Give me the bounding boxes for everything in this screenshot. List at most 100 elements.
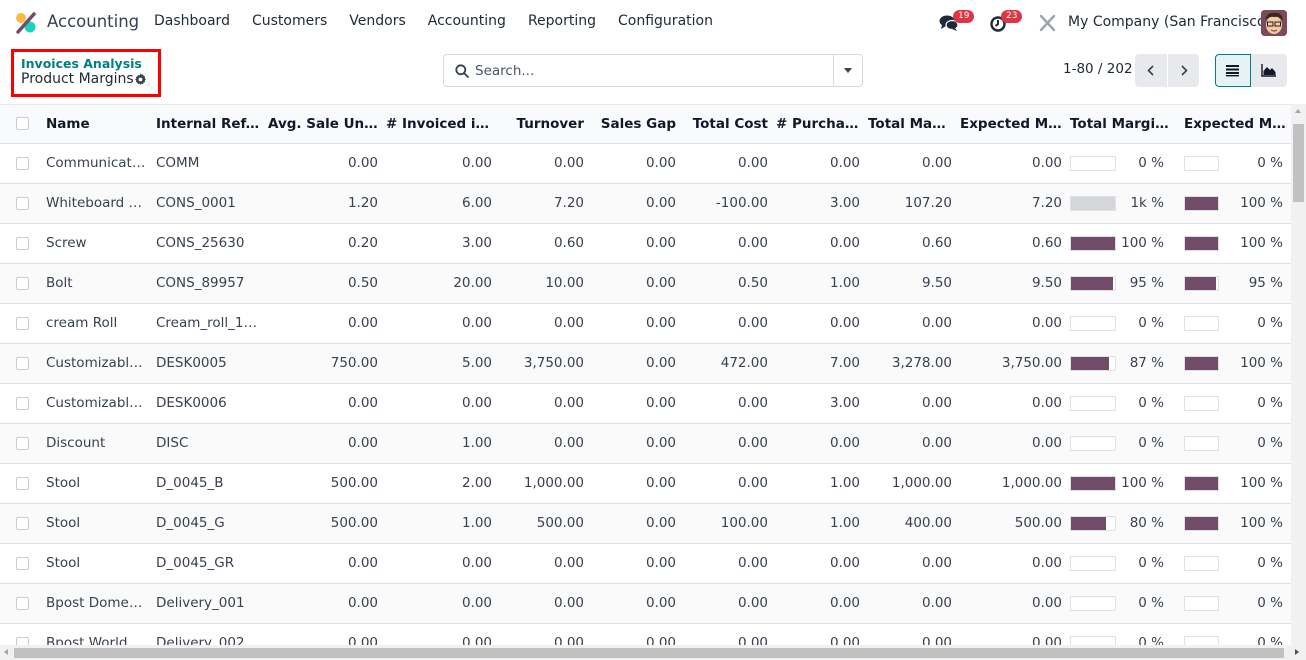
cell-sales-gap[interactable]: 0.00 — [588, 183, 680, 224]
cell-sales-gap[interactable]: 0.00 — [588, 263, 680, 304]
table-row[interactable]: Stool D_0045_GR 0.00 0.00 0.00 0.00 0.00 0.00 0.… — [0, 543, 1291, 584]
cell-internal-ref[interactable]: CONS_0001 — [152, 183, 264, 224]
cell-name[interactable]: Stool — [38, 543, 152, 584]
cell-total-margin[interactable]: 107.20 — [864, 183, 956, 224]
column-header-name[interactable]: Name — [38, 105, 152, 144]
cell-avg-sale-unit-price[interactable]: 0.00 — [264, 623, 382, 645]
cell-turnover[interactable]: 10.00 — [496, 263, 588, 304]
column-header-avg-sale-unit-price[interactable]: Avg. Sale Unit... — [264, 105, 382, 144]
cell-expected-margin[interactable]: 7.20 — [956, 183, 1066, 224]
cell-avg-sale-unit-price[interactable]: 0.00 — [264, 383, 382, 424]
row-checkbox[interactable] — [16, 596, 29, 610]
cell-turnover[interactable]: 7.20 — [496, 183, 588, 224]
table-row[interactable]: Stool D_0045_B 500.00 2.00 1,000.00 0.00 0.00 1… — [0, 463, 1291, 504]
cell-internal-ref[interactable]: Delivery_001 — [152, 583, 264, 624]
search-input[interactable] — [475, 56, 830, 85]
pager-previous-button[interactable] — [1135, 54, 1167, 87]
cell-internal-ref[interactable]: Delivery_002 — [152, 623, 264, 645]
cell-expected-margin[interactable]: 0.00 — [956, 543, 1066, 584]
cell-avg-sale-unit-price[interactable]: 0.00 — [264, 543, 382, 584]
app-name[interactable]: Accounting — [47, 12, 139, 31]
gear-icon[interactable] — [134, 73, 147, 86]
row-checkbox[interactable] — [16, 196, 29, 210]
cell-purchased[interactable]: 0.00 — [772, 583, 864, 624]
row-checkbox[interactable] — [16, 436, 29, 450]
cell-name[interactable]: Customizable ... — [38, 383, 152, 424]
cell-avg-sale-unit-price[interactable]: 1.20 — [264, 183, 382, 224]
cell-purchased[interactable]: 7.00 — [772, 343, 864, 384]
pager-value[interactable]: 1-80 / 202 — [1063, 61, 1133, 77]
cell-purchased[interactable]: 0.00 — [772, 223, 864, 264]
cell-invoiced-in-sale[interactable]: 0.00 — [382, 543, 496, 584]
scroll-right-arrow-icon[interactable] — [1295, 649, 1299, 655]
cell-name[interactable]: Stool — [38, 503, 152, 544]
table-row[interactable]: cream Roll Cream_roll_123 0.00 0.00 0.00 0.00… — [0, 303, 1291, 344]
column-header-total-margin-rate[interactable]: Total Margin ... — [1066, 105, 1180, 144]
column-header-sales-gap[interactable]: Sales Gap — [588, 105, 680, 144]
cell-internal-ref[interactable]: Cream_roll_123 — [152, 303, 264, 344]
cell-turnover[interactable]: 0.00 — [496, 543, 588, 584]
column-header-invoiced-in-sale[interactable]: # Invoiced in ... — [382, 105, 496, 144]
column-header-total-cost[interactable]: Total Cost — [680, 105, 772, 144]
scroll-left-arrow-icon[interactable] — [4, 649, 8, 655]
column-header-expected-margin-rate[interactable]: Expected M... — [1180, 105, 1291, 144]
cell-avg-sale-unit-price[interactable]: 500.00 — [264, 503, 382, 544]
search-options-dropdown-toggle[interactable] — [833, 55, 862, 86]
cell-sales-gap[interactable]: 0.00 — [588, 303, 680, 344]
cell-total-cost[interactable]: 0.00 — [680, 583, 772, 624]
cell-sales-gap[interactable]: 0.00 — [588, 423, 680, 464]
cell-total-cost[interactable]: 0.00 — [680, 303, 772, 344]
cell-total-cost[interactable]: 472.00 — [680, 343, 772, 384]
cell-invoiced-in-sale[interactable]: 1.00 — [382, 423, 496, 464]
cell-name[interactable]: Bpost Domes... — [38, 583, 152, 624]
cell-sales-gap[interactable]: 0.00 — [588, 343, 680, 384]
cell-turnover[interactable]: 500.00 — [496, 503, 588, 544]
cell-name[interactable]: Stool — [38, 463, 152, 504]
cell-invoiced-in-sale[interactable]: 0.00 — [382, 583, 496, 624]
cell-total-cost[interactable]: 0.00 — [680, 623, 772, 645]
breadcrumb-invoices-analysis[interactable]: Invoices Analysis — [21, 56, 142, 71]
cell-internal-ref[interactable]: COMM — [152, 143, 264, 184]
cell-name[interactable]: Screw — [38, 223, 152, 264]
row-checkbox[interactable] — [16, 356, 29, 370]
cell-name[interactable]: Bolt — [38, 263, 152, 304]
cell-total-margin[interactable]: 400.00 — [864, 503, 956, 544]
pager-next-button[interactable] — [1167, 54, 1199, 87]
cell-total-margin[interactable]: 9.50 — [864, 263, 956, 304]
select-all-checkbox[interactable] — [16, 117, 29, 131]
cell-sales-gap[interactable]: 0.00 — [588, 543, 680, 584]
menu-reporting[interactable]: Reporting — [517, 13, 607, 29]
cell-purchased[interactable]: 3.00 — [772, 383, 864, 424]
cell-turnover[interactable]: 0.00 — [496, 383, 588, 424]
cell-expected-margin[interactable]: 1,000.00 — [956, 463, 1066, 504]
cell-purchased[interactable]: 1.00 — [772, 263, 864, 304]
table-row[interactable]: Bolt CONS_89957 0.50 20.00 10.00 0.00 0.50 1.00… — [0, 263, 1291, 304]
cell-internal-ref[interactable]: CONS_89957 — [152, 263, 264, 304]
cell-total-cost[interactable]: 0.00 — [680, 423, 772, 464]
cell-avg-sale-unit-price[interactable]: 0.00 — [264, 143, 382, 184]
cell-sales-gap[interactable]: 0.00 — [588, 143, 680, 184]
cell-purchased[interactable]: 0.00 — [772, 143, 864, 184]
cell-invoiced-in-sale[interactable]: 0.00 — [382, 303, 496, 344]
row-checkbox[interactable] — [16, 556, 29, 570]
menu-configuration[interactable]: Configuration — [607, 13, 724, 29]
cell-name[interactable]: Discount — [38, 423, 152, 464]
cell-avg-sale-unit-price[interactable]: 500.00 — [264, 463, 382, 504]
cell-purchased[interactable]: 0.00 — [772, 423, 864, 464]
table-row[interactable]: Stool D_0045_G 500.00 1.00 500.00 0.00 100.00 1… — [0, 503, 1291, 544]
horizontal-scrollbar[interactable] — [0, 645, 1306, 660]
cell-purchased[interactable]: 0.00 — [772, 543, 864, 584]
column-header-internal-ref[interactable]: Internal Ref... — [152, 105, 264, 144]
table-row[interactable]: Whiteboard Pen CONS_0001 1.20 6.00 7.20 0.00-… — [0, 183, 1291, 224]
cell-turnover[interactable]: 0.00 — [496, 423, 588, 464]
row-checkbox[interactable] — [16, 236, 29, 250]
cell-invoiced-in-sale[interactable]: 0.00 — [382, 143, 496, 184]
cell-internal-ref[interactable]: DISC — [152, 423, 264, 464]
cell-avg-sale-unit-price[interactable]: 0.20 — [264, 223, 382, 264]
column-header-purchased[interactable]: # Purchased — [772, 105, 864, 144]
cell-invoiced-in-sale[interactable]: 0.00 — [382, 383, 496, 424]
cell-purchased[interactable]: 1.00 — [772, 503, 864, 544]
cell-total-margin[interactable]: 0.00 — [864, 423, 956, 464]
table-row[interactable]: Customizable ... DESK0005 750.00 5.00 3,750.… — [0, 343, 1291, 384]
cell-avg-sale-unit-price[interactable]: 0.00 — [264, 583, 382, 624]
